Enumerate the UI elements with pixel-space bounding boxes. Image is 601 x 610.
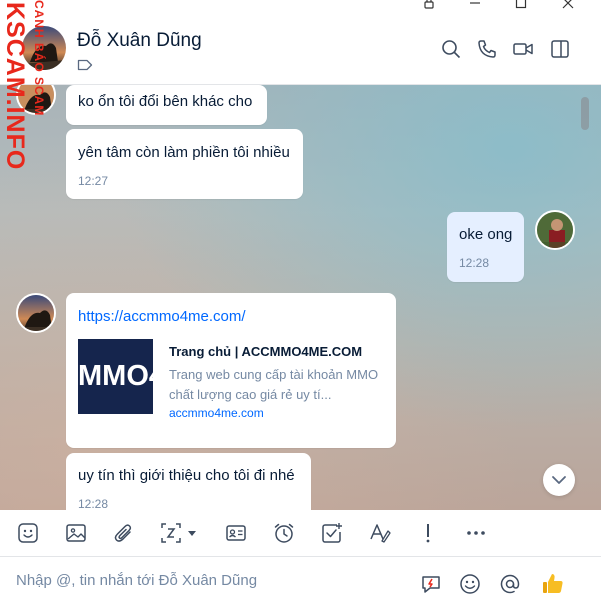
my-avatar[interactable] [535, 210, 575, 250]
phone-icon[interactable] [476, 38, 498, 60]
contact-name[interactable]: Đỗ Xuân Dũng [77, 30, 202, 52]
message-text: oke ong [459, 226, 513, 243]
message-time: 12:28 [459, 256, 490, 270]
urgent-icon[interactable] [416, 521, 440, 545]
contact-card-icon[interactable] [224, 521, 248, 545]
maximize-icon[interactable] [514, 0, 528, 10]
composer-toolbar [0, 510, 601, 557]
message-bubble[interactable]: ko ổn tôi đổi bên khác cho [66, 85, 267, 125]
my-message-bubble[interactable]: oke ong 12:28 [447, 212, 524, 282]
pin-icon[interactable] [422, 0, 436, 10]
image-icon[interactable] [64, 521, 88, 545]
message-composer [0, 557, 601, 610]
contact-avatar[interactable] [22, 26, 66, 70]
link-message-bubble[interactable]: https://accmmo4me.com/ MMO4 Trang chủ | … [66, 293, 396, 448]
message-time: 12:27 [78, 174, 109, 188]
message-list[interactable]: ko ổn tôi đổi bên khác cho yên tâm còn l… [0, 85, 601, 510]
more-icon[interactable] [464, 521, 488, 545]
screenshot-button[interactable] [160, 521, 202, 545]
link-preview-title[interactable]: Trang chủ | ACCMMO4ME.COM [169, 344, 362, 359]
minimize-icon[interactable] [468, 0, 482, 10]
video-call-icon[interactable] [512, 38, 534, 60]
message-time: 12:28 [78, 497, 109, 510]
task-icon[interactable] [320, 521, 344, 545]
close-icon[interactable] [561, 0, 575, 10]
tag-icon[interactable] [77, 58, 93, 71]
message-bubble[interactable]: yên tâm còn làm phiền tôi nhiều 12:27 [66, 129, 303, 199]
mention-icon[interactable] [498, 572, 522, 596]
contact-avatar-small[interactable] [16, 293, 56, 333]
scrollbar-thumb[interactable] [581, 97, 589, 130]
screenshot-icon [161, 523, 196, 543]
thumbs-up-icon[interactable] [541, 572, 565, 596]
message-text: yên tâm còn làm phiền tôi nhiều [78, 144, 290, 161]
window-controls [0, 0, 601, 12]
chevron-down-icon [552, 476, 566, 484]
text-format-icon[interactable] [368, 521, 392, 545]
link-preview-thumb-text: MMO4 [78, 360, 153, 392]
chat-header: Đỗ Xuân Dũng [0, 12, 601, 85]
attachment-icon[interactable] [112, 521, 136, 545]
message-link[interactable]: https://accmmo4me.com/ [78, 308, 246, 325]
link-preview-thumbnail[interactable]: MMO4 [78, 339, 153, 414]
message-text: uy tín thì giới thiệu cho tôi đi nhé [78, 467, 295, 484]
message-text: ko ổn tôi đổi bên khác cho [78, 93, 253, 110]
link-preview-domain[interactable]: accmmo4me.com [169, 406, 264, 420]
message-input[interactable] [16, 572, 406, 589]
sidebar-toggle-icon[interactable] [549, 38, 571, 60]
scroll-to-bottom-button[interactable] [543, 464, 575, 496]
search-icon[interactable] [440, 38, 462, 60]
contact-avatar-small[interactable] [16, 85, 56, 115]
emoji-icon[interactable] [458, 572, 482, 596]
message-bubble[interactable]: uy tín thì giới thiệu cho tôi đi nhé 12:… [66, 453, 311, 510]
quick-message-icon[interactable] [419, 572, 443, 596]
sticker-icon[interactable] [16, 521, 40, 545]
link-preview-description: Trang web cung cấp tài khoản MMO chất lư… [169, 367, 379, 402]
reminder-icon[interactable] [272, 521, 296, 545]
